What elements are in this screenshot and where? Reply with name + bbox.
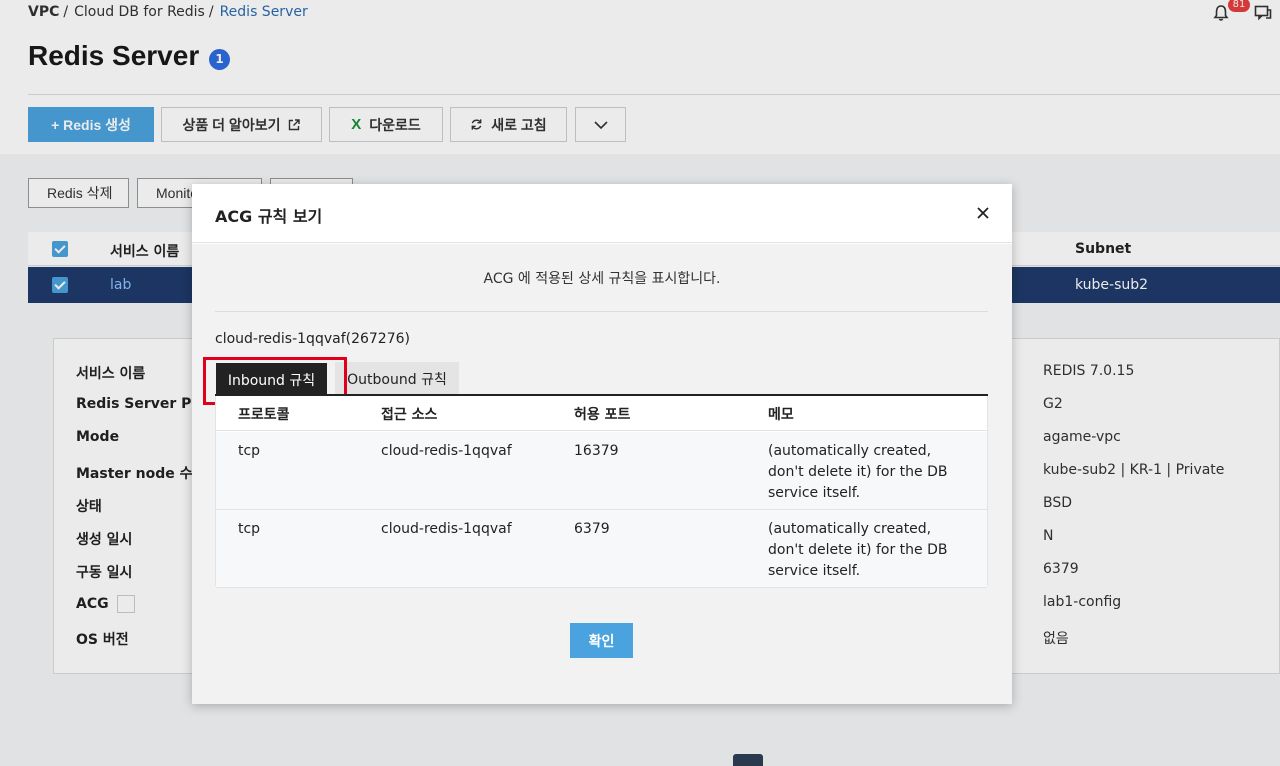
acg-rules-modal: ACG 규칙 보기 ACG 에 적용된 상세 규칙을 표시합니다. cloud-… [192, 184, 1012, 704]
modal-title: ACG 규칙 보기 [215, 207, 323, 226]
header-source: 접근 소스 [381, 407, 438, 423]
rule-source: cloud-redis-1qqvaf [381, 521, 512, 537]
rule-protocol: tcp [238, 443, 261, 459]
modal-header: ACG 규칙 보기 [192, 184, 1012, 243]
acg-name: cloud-redis-1qqvaf(267276) [215, 331, 410, 347]
modal-description: ACG 에 적용된 상세 규칙을 표시합니다. [483, 271, 721, 287]
rules-table-header: 프로토콜 접근 소스 허용 포트 메모 [216, 396, 987, 431]
tab-outbound-rules[interactable]: Outbound 규칙 [335, 362, 459, 395]
rule-source: cloud-redis-1qqvaf [381, 443, 512, 459]
rule-memo: (automatically created, don't delete it)… [768, 443, 948, 501]
header-protocol: 프로토콜 [238, 407, 290, 423]
table-row: tcp cloud-redis-1qqvaf 16379 (automatica… [216, 432, 987, 510]
rule-port: 16379 [574, 443, 619, 459]
divider [215, 311, 988, 312]
header-port: 허용 포트 [574, 407, 631, 423]
table-row: tcp cloud-redis-1qqvaf 6379 (automatical… [216, 510, 987, 588]
close-icon[interactable] [976, 206, 990, 220]
rule-port: 6379 [574, 521, 610, 537]
rule-memo: (automatically created, don't delete it)… [768, 521, 948, 579]
acg-rules-table: 프로토콜 접근 소스 허용 포트 메모 tcp cloud-redis-1qqv… [215, 396, 988, 588]
header-memo: 메모 [768, 407, 794, 423]
rule-protocol: tcp [238, 521, 261, 537]
confirm-button[interactable]: 확인 [570, 623, 633, 658]
